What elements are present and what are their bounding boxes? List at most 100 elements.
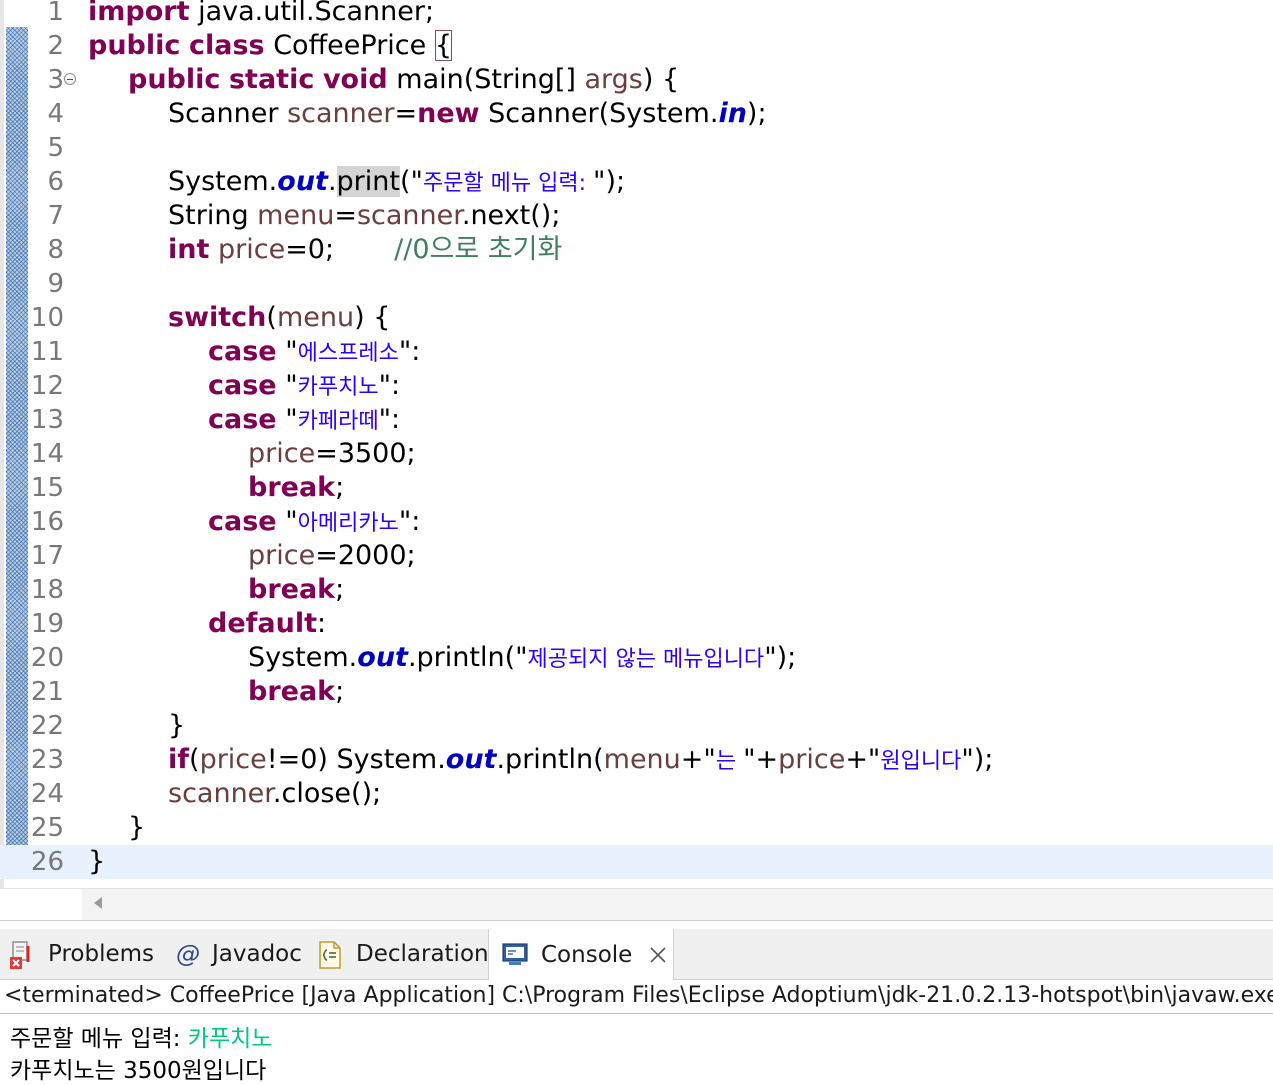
code-line[interactable]: 4 Scanner scanner=new Scanner(System.in); xyxy=(0,97,1273,131)
horizontal-scrollbar[interactable] xyxy=(82,888,1273,920)
console-icon xyxy=(501,941,529,969)
line-number: 4 xyxy=(47,99,64,129)
code-line[interactable]: 5 xyxy=(0,131,1273,165)
code-line[interactable]: 25} xyxy=(0,811,1273,845)
console-divider xyxy=(0,1013,1273,1014)
fold-collapse-icon[interactable] xyxy=(64,73,76,85)
code-token: "); xyxy=(961,744,994,775)
keyword-token: break xyxy=(248,472,336,503)
code-text: } xyxy=(88,845,105,879)
code-line[interactable]: 7 String menu=scanner.next(); xyxy=(0,199,1273,233)
line-number: 2 xyxy=(47,31,64,61)
close-icon[interactable] xyxy=(648,945,668,965)
tab-console[interactable]: Console xyxy=(488,929,674,980)
code-text: } xyxy=(168,709,185,743)
code-line[interactable]: 3 public static void main(String[] args) … xyxy=(0,63,1273,97)
variable-token: price xyxy=(778,744,846,775)
code-text: public class CoffeePrice { xyxy=(88,29,453,63)
scroll-left-arrow-icon[interactable] xyxy=(94,897,102,909)
line-number: 5 xyxy=(47,133,64,163)
code-line[interactable]: 23 if(price!=0) System.out.println(menu+"… xyxy=(0,743,1273,777)
code-token: String xyxy=(168,200,258,231)
line-number: 9 xyxy=(47,269,64,299)
code-text: break; xyxy=(248,573,344,607)
bottom-views-panel: Problems @ Javadoc Declaration Console <… xyxy=(0,920,1273,1084)
code-line[interactable]: 16 case "아메리카노": xyxy=(0,505,1273,539)
tab-label: Javadoc xyxy=(212,941,302,967)
string-token: 원입니다 xyxy=(880,749,962,774)
code-line[interactable]: 13 case "카페라떼": xyxy=(0,403,1273,437)
code-token: ) { xyxy=(642,64,680,95)
string-token: 카페라떼 xyxy=(297,409,379,434)
code-line[interactable]: 24 scanner.close(); xyxy=(0,777,1273,811)
javadoc-icon: @ xyxy=(176,940,200,968)
code-line[interactable]: 21 break; xyxy=(0,675,1273,709)
line-number: 20 xyxy=(30,643,64,673)
keyword-token: case xyxy=(208,404,277,435)
code-line[interactable]: 11 case "에스프레소": xyxy=(0,335,1273,369)
code-line[interactable]: 2 public class CoffeePrice { xyxy=(0,29,1273,63)
code-line[interactable]: 26} xyxy=(0,845,1273,879)
line-number: 8 xyxy=(47,235,64,265)
code-token: =2000; xyxy=(315,540,416,571)
code-token: .close(); xyxy=(272,778,382,809)
code-editor[interactable]: 1 import java.util.Scanner; 2 public class … xyxy=(0,0,1273,888)
keyword-token: public xyxy=(128,64,221,95)
code-token: " xyxy=(276,370,298,401)
code-line[interactable]: 22} xyxy=(0,709,1273,743)
code-line[interactable]: 20 System.out.println("제공되지 않는 메뉴입니다"); xyxy=(0,641,1273,675)
code-token: ": xyxy=(398,336,421,367)
code-line[interactable]: 17 price=2000; xyxy=(0,539,1273,573)
line-number: 17 xyxy=(30,541,64,571)
keyword-token: public xyxy=(88,30,181,61)
code-line[interactable]: 8 int price=0; //0으로 초기화 xyxy=(0,233,1273,267)
line-number: 18 xyxy=(30,575,64,605)
line-number: 24 xyxy=(30,779,64,809)
tab-problems[interactable]: Problems xyxy=(8,929,168,979)
line-number: 11 xyxy=(30,337,64,367)
code-text: public static void main(String[] args) { xyxy=(128,63,679,97)
code-line[interactable]: 19 default: xyxy=(0,607,1273,641)
code-token: ( xyxy=(266,302,277,333)
code-line[interactable]: 14 price=3500; xyxy=(0,437,1273,471)
console-line-prompt: 주문할 메뉴 입력: 카푸치노 xyxy=(10,1019,272,1053)
code-token: = xyxy=(334,200,357,231)
code-line[interactable]: 15 break; xyxy=(0,471,1273,505)
variable-token: menu xyxy=(276,302,355,333)
line-number: 16 xyxy=(30,507,64,537)
comment-token: 으로 초기화 xyxy=(429,234,563,265)
line-number: 22 xyxy=(30,711,64,741)
code-token: System. xyxy=(248,642,358,673)
code-token: } xyxy=(168,710,186,741)
line-number: 7 xyxy=(47,201,64,231)
code-line[interactable]: 9 xyxy=(0,267,1273,301)
code-token: } xyxy=(88,846,106,877)
code-text: scanner.close(); xyxy=(168,777,381,811)
code-token: ( xyxy=(189,744,200,775)
line-number: 6 xyxy=(47,167,64,197)
code-line[interactable]: 1 import java.util.Scanner; xyxy=(0,0,1273,29)
tab-javadoc[interactable]: @ Javadoc xyxy=(176,929,308,979)
code-line[interactable]: 12 case "카푸치노": xyxy=(0,369,1273,403)
line-number: 1 xyxy=(47,0,64,27)
code-line[interactable]: 6 System.out.print("주문할 메뉴 입력: "); xyxy=(0,165,1273,199)
line-number: 3 xyxy=(47,65,64,95)
code-token: java.util.Scanner; xyxy=(189,0,435,27)
line-number: 10 xyxy=(30,303,64,333)
line-number: 19 xyxy=(30,609,64,639)
keyword-token: case xyxy=(208,336,277,367)
code-text: System.out.print("주문할 메뉴 입력: "); xyxy=(168,165,625,201)
tab-declaration[interactable]: Declaration xyxy=(316,929,489,979)
code-line[interactable]: 10 switch(menu) { xyxy=(0,301,1273,335)
code-token: = xyxy=(394,98,418,129)
code-token: .println( xyxy=(496,744,604,775)
line-number: 25 xyxy=(30,813,64,843)
keyword-token: break xyxy=(248,574,336,605)
keyword-token: new xyxy=(417,98,480,129)
variable-token: price xyxy=(248,540,316,571)
problems-icon xyxy=(8,940,36,969)
code-line[interactable]: 18 break; xyxy=(0,573,1273,607)
field-token: out xyxy=(445,744,497,775)
